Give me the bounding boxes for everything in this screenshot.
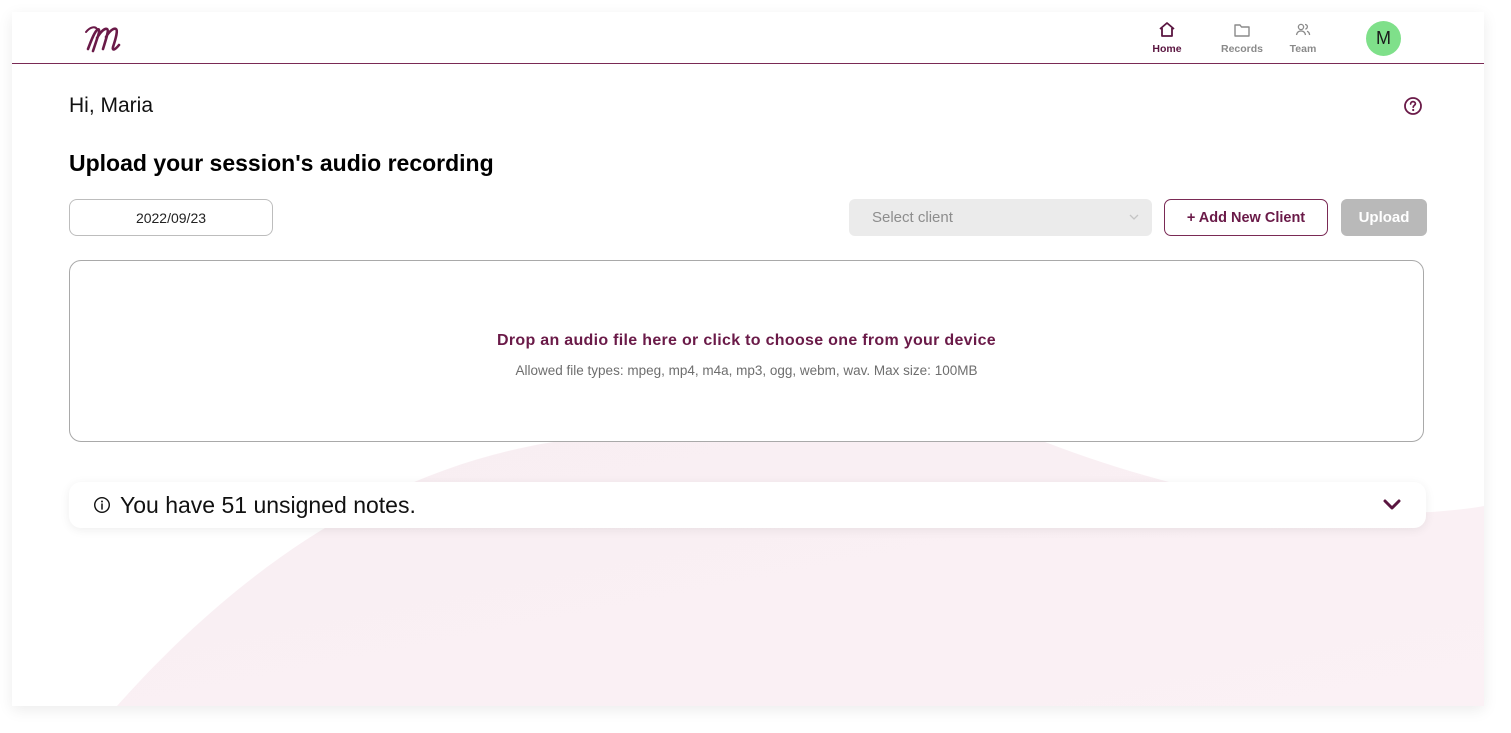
brand-logo[interactable] — [82, 18, 146, 58]
nav-home[interactable]: Home — [1140, 20, 1194, 58]
chevron-down-icon — [1129, 214, 1139, 220]
unsigned-notes-text: You have 51 unsigned notes. — [120, 492, 416, 518]
help-icon[interactable] — [1402, 95, 1424, 117]
add-new-client-button[interactable]: + Add New Client — [1164, 199, 1328, 236]
users-icon — [1295, 23, 1311, 36]
app-window: Home Records Team M Hi, Maria Upload you… — [12, 12, 1484, 706]
chevron-down-icon[interactable] — [1382, 498, 1402, 512]
info-icon — [93, 496, 111, 514]
dropzone-title: Drop an audio file here or click to choo… — [496, 332, 996, 349]
unsigned-notes-accordion[interactable]: You have 51 unsigned notes. — [69, 482, 1426, 528]
avatar[interactable]: M — [1366, 21, 1401, 56]
nav-records[interactable]: Records — [1215, 20, 1269, 58]
session-date-input[interactable] — [69, 199, 273, 236]
nav-records-label: Records — [1220, 43, 1263, 55]
home-icon — [1159, 22, 1175, 37]
greeting: Hi, Maria — [69, 94, 154, 117]
upload-button[interactable]: Upload — [1341, 199, 1427, 236]
nav-home-label: Home — [1152, 43, 1182, 55]
nav-team-label: Team — [1289, 43, 1317, 55]
nav-team[interactable]: Team — [1276, 20, 1330, 58]
select-client-dropdown[interactable]: Select client — [849, 199, 1152, 236]
main-content: Hi, Maria Upload your session's audio re… — [12, 12, 1484, 706]
page-title: Upload your session's audio recording — [69, 150, 494, 176]
dropzone-subtitle: Allowed file types: mpeg, mp4, m4a, mp3,… — [515, 363, 978, 378]
audio-dropzone[interactable]: Drop an audio file here or click to choo… — [69, 260, 1424, 442]
folder-icon — [1234, 24, 1250, 37]
top-navigation-bar: Home Records Team M — [12, 12, 1484, 64]
select-client-placeholder: Select client — [872, 209, 953, 226]
